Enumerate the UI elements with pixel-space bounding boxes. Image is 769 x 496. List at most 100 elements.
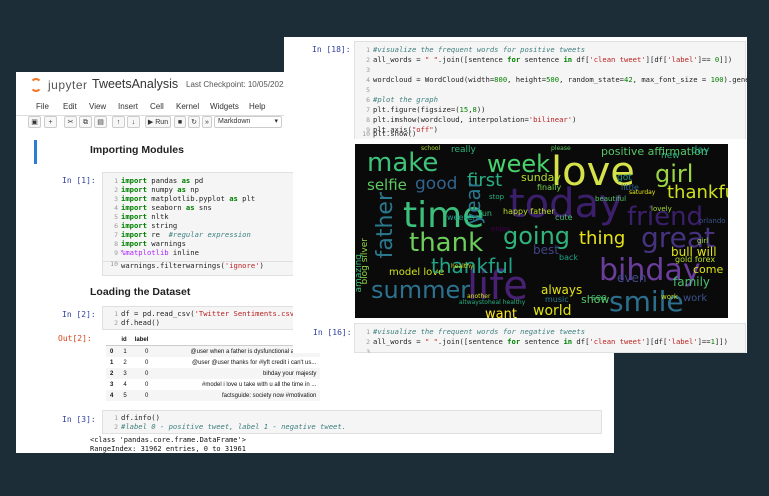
cell-id: 2 <box>123 359 127 366</box>
code-line: all_words = " ".join([sentence for sente… <box>373 337 728 346</box>
word: beautiful <box>595 195 627 203</box>
prompt-in-18: In [18]: <box>312 45 351 54</box>
word: year <box>461 180 485 225</box>
menu-edit[interactable]: Edit <box>63 102 77 111</box>
word: world <box>533 303 572 318</box>
code-line: %matplotlib inline <box>121 248 199 257</box>
code-line: all_words = " ".join([sentence for sente… <box>373 55 733 64</box>
cell-index: 3 <box>110 381 114 388</box>
cell-label: 0 <box>145 359 149 366</box>
menu-insert[interactable]: Insert <box>118 102 138 111</box>
code-line: import pandas as pd <box>121 176 204 185</box>
cell-tweet: bihday your majesty <box>152 368 321 379</box>
word: altwaystoheal healthy <box>459 299 526 306</box>
cut-icon[interactable]: ✂ <box>64 116 77 128</box>
jupyter-logo-text[interactable]: jupyter <box>48 78 88 92</box>
word: thing <box>579 228 626 249</box>
code-line: import re #regular expression <box>121 230 251 239</box>
code-line: #plot the graph <box>373 95 438 104</box>
plus-icon[interactable]: + <box>44 116 57 128</box>
code-line: import matplotlib.pyplot as plt <box>121 194 256 203</box>
run-button[interactable]: ▶ Run <box>145 116 171 128</box>
word: work <box>661 293 678 301</box>
menu-widgets[interactable]: Widgets <box>210 102 239 111</box>
code-line: import warnings <box>121 239 186 248</box>
code-cell-18[interactable]: 1 #visualize the frequent words for posit… <box>354 41 747 135</box>
word: healthy <box>451 263 474 270</box>
word: back <box>559 253 579 262</box>
prompt-in-1: In [1]: <box>62 176 96 185</box>
cell-index: 2 <box>106 368 118 379</box>
table-row: 3 4 0 #model i love u take with u all th… <box>106 379 320 390</box>
code-line: import nltk <box>121 212 169 221</box>
cell-label: 0 <box>130 345 153 357</box>
heading-importing-modules: Importing Modules <box>90 144 184 156</box>
code-line: df.info() <box>121 413 160 422</box>
cell-type-value: Markdown <box>218 118 251 125</box>
table-row: 4 5 0 factsguide: society now #motivatio… <box>106 390 321 401</box>
menu-kernel[interactable]: Kernel <box>176 102 199 111</box>
menu-view[interactable]: View <box>89 102 106 111</box>
cell-id: 4 <box>123 381 127 388</box>
code-line: wordcloud = WordCloud(width=800, height=… <box>373 75 747 84</box>
prompt-out-2: Out[2]: <box>58 334 92 343</box>
arrow-up-icon[interactable]: ↑ <box>112 116 125 128</box>
table-row: 0 1 0 @user when a father is dysfunction… <box>106 345 321 357</box>
cell-id: 1 <box>117 345 131 357</box>
word: day <box>691 145 710 156</box>
copy-icon[interactable]: ⧉ <box>79 116 92 128</box>
word: music <box>545 295 569 304</box>
word: family <box>673 275 711 289</box>
word: please <box>551 145 571 152</box>
paste-icon[interactable]: ▤ <box>94 116 107 128</box>
prompt-in-3: In [3]: <box>62 415 96 424</box>
cell-tweet: @user @user thanks for #lyft credit i ca… <box>192 359 317 366</box>
save-icon[interactable]: ▣ <box>28 116 41 128</box>
cell-label: 0 <box>130 390 153 401</box>
table-header-row: id label tweet <box>106 334 321 346</box>
heading-loading-dataset: Loading the Dataset <box>90 286 191 298</box>
table-row: 1 2 0 @user @user thanks for #lyft credi… <box>106 357 320 368</box>
word: finally <box>537 183 562 192</box>
arrow-down-icon[interactable]: ↓ <box>127 116 140 128</box>
code-cell-1-cont[interactable]: 10 warnings.filterwarnings('ignore') <box>102 260 302 276</box>
code-line: warnings.filterwarnings('ignore') <box>121 261 264 270</box>
cell-type-select[interactable]: Markdown ▾ <box>214 116 282 128</box>
code-line: df = pd.read_csv('Twitter Sentiments.csv… <box>121 309 303 318</box>
word: best <box>533 243 559 257</box>
code-cell-2[interactable]: 1 df = pd.read_csv('Twitter Sentiments.cs… <box>102 306 303 330</box>
cell-id: 5 <box>117 390 131 401</box>
menu-help[interactable]: Help <box>249 102 265 111</box>
menu-cell[interactable]: Cell <box>150 102 164 111</box>
code-cell-1[interactable]: 1 import pandas as pd 2 import numpy as np… <box>102 172 302 262</box>
output-info-line: RangeIndex: 31962 entries, 0 to 31961 <box>90 445 246 453</box>
column-header <box>106 334 118 346</box>
code-cell-3[interactable]: 1 df.info() 2 #label 0 - positive tweet, l… <box>102 410 602 434</box>
cell-index: 4 <box>106 390 118 401</box>
restart-icon[interactable]: ↻ <box>188 116 200 128</box>
column-header: id <box>117 334 131 346</box>
code-cell-16[interactable]: 1 #visualize the frequent words for negat… <box>354 323 746 353</box>
wordcloud-code-window: In [18]: 1 #visualize the frequent words … <box>284 37 747 139</box>
word: make <box>367 148 439 178</box>
word: really <box>451 145 476 155</box>
cell-tweet: factsguide: society now #motivation <box>152 390 321 401</box>
code-line: plt.show() <box>373 129 417 138</box>
wordcloud-image: make week love girl positive affirmation… <box>355 144 728 318</box>
word: even <box>617 271 647 285</box>
jupyter-logo-icon[interactable] <box>30 78 42 92</box>
word: sunday <box>521 171 561 184</box>
word: saturday <box>629 189 656 196</box>
prompt-in-16: In [16]: <box>313 328 352 337</box>
run-label: Run <box>155 119 169 126</box>
stop-icon[interactable]: ■ <box>174 116 186 128</box>
menu-file[interactable]: File <box>36 102 49 111</box>
word: happy father <box>503 207 555 216</box>
word: new <box>661 151 680 161</box>
prompt-in-2: In [2]: <box>62 310 96 319</box>
fast-forward-icon[interactable]: » <box>202 116 212 128</box>
notebook-title[interactable]: TweetsAnalysis <box>92 77 178 91</box>
table-row: 2 3 0 bihday your majesty <box>106 368 321 379</box>
word: lovely <box>651 205 672 213</box>
cell-tweet: #model i love u take with u all the time… <box>201 381 317 388</box>
